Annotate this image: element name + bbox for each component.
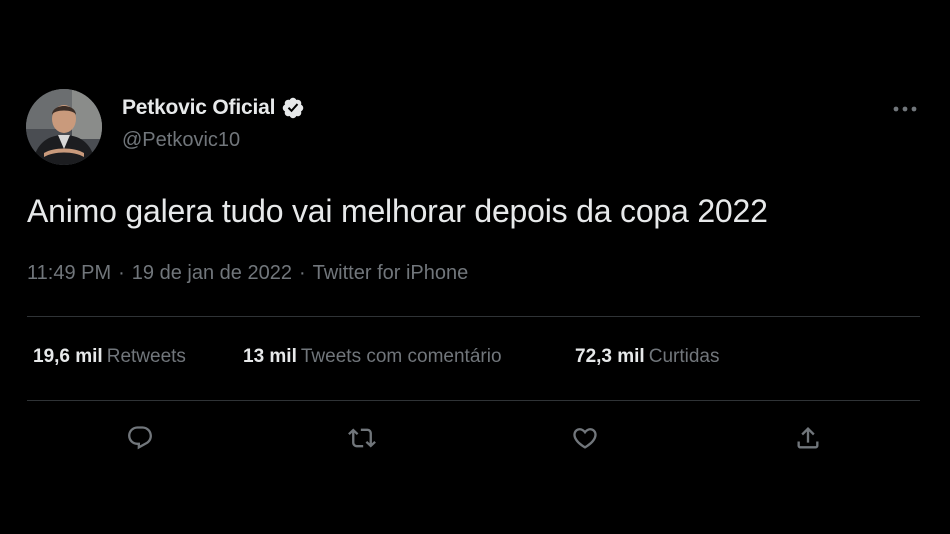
- avatar-image: [26, 89, 102, 165]
- retweet-button[interactable]: [342, 418, 382, 458]
- share-button[interactable]: [788, 418, 828, 458]
- divider: [27, 400, 920, 401]
- likes-count: 72,3 mil: [575, 346, 645, 367]
- author-display-name[interactable]: Petkovic Oficial: [122, 96, 275, 120]
- quotes-stat[interactable]: 13 mil Tweets com comentário: [243, 346, 502, 368]
- likes-stat[interactable]: 72,3 mil Curtidas: [575, 346, 719, 368]
- meta-separator: ·: [118, 262, 125, 284]
- author-name-row: Petkovic Oficial: [122, 96, 305, 120]
- tweet-source[interactable]: Twitter for iPhone: [313, 262, 469, 285]
- author-handle[interactable]: @Petkovic10: [122, 129, 240, 152]
- reply-button[interactable]: [120, 418, 160, 458]
- tweet-meta: 11:49 PM · 19 de jan de 2022 · Twitter for i…: [27, 262, 468, 285]
- share-icon: [797, 427, 819, 449]
- retweet-icon: [348, 428, 376, 448]
- quotes-count: 13 mil: [243, 346, 297, 367]
- more-options-icon[interactable]: [890, 98, 920, 120]
- meta-separator: ·: [298, 262, 306, 284]
- tweet-card: Petkovic Oficial @Petkovic10 Animo galer…: [0, 0, 950, 534]
- retweets-stat[interactable]: 19,6 mil Retweets: [33, 346, 186, 368]
- tweet-actions: [0, 418, 950, 458]
- divider: [27, 316, 920, 317]
- avatar[interactable]: [26, 89, 102, 165]
- tweet-date[interactable]: 19 de jan de 2022: [132, 262, 292, 285]
- tweet-time[interactable]: 11:49 PM: [27, 262, 111, 285]
- retweets-label: Retweets: [106, 346, 186, 367]
- tweet-text: Animo galera tudo vai melhorar depois da…: [27, 193, 768, 229]
- quotes-label: Tweets com comentário: [300, 346, 502, 367]
- likes-label: Curtidas: [648, 346, 720, 367]
- retweets-count: 19,6 mil: [33, 346, 103, 367]
- verified-badge-icon: [281, 96, 305, 120]
- reply-icon: [128, 426, 152, 450]
- like-button[interactable]: [565, 418, 605, 458]
- heart-icon: [573, 428, 597, 449]
